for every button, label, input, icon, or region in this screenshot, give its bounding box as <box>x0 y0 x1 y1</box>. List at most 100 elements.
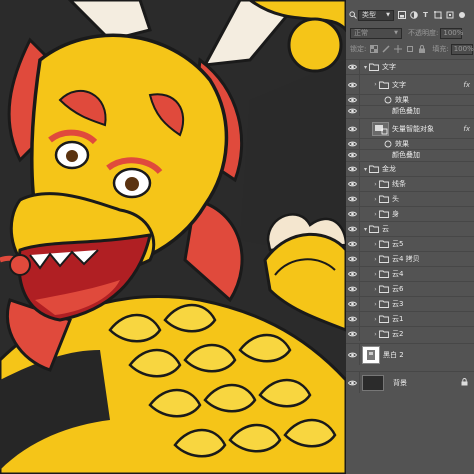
chevron-right-icon[interactable]: › <box>372 196 379 203</box>
layer-fx-badge[interactable]: fx <box>463 81 470 89</box>
lock-transparent-icon[interactable] <box>369 45 378 54</box>
layer-row[interactable]: › 云1 <box>346 311 474 326</box>
layer-name: 效果 <box>395 96 409 104</box>
layer-name: 云3 <box>392 300 404 308</box>
layer-cell: 颜色叠加 <box>360 106 474 116</box>
layer-cell: 背景 <box>360 372 474 393</box>
visibility-eye-icon[interactable] <box>346 267 360 281</box>
layer-row[interactable]: › 线条 <box>346 176 474 191</box>
lock-all-icon[interactable] <box>417 45 426 54</box>
layer-row[interactable]: ▾ 云 <box>346 221 474 236</box>
visibility-eye-icon[interactable] <box>346 106 360 116</box>
layer-cell: ▾ 文字 <box>360 60 474 74</box>
filter-toggle-icon[interactable] <box>457 11 466 20</box>
visibility-eye-icon[interactable] <box>346 207 360 221</box>
lock-artboard-icon[interactable] <box>405 45 414 54</box>
lock-move-icon[interactable] <box>393 45 402 54</box>
chevron-right-icon[interactable]: › <box>372 181 379 188</box>
layer-row[interactable]: › 云2 <box>346 326 474 341</box>
blend-mode-select[interactable]: 正常 ▼ <box>350 27 402 39</box>
blend-mode-value: 正常 <box>354 29 368 37</box>
visibility-eye-icon[interactable] <box>346 139 360 149</box>
layer-cell: 效果 <box>360 95 474 105</box>
chevron-down-icon[interactable]: ▾ <box>362 64 369 71</box>
folder-icon <box>379 210 392 218</box>
layer-name: 颜色叠加 <box>392 151 420 159</box>
layer-cell: 颜色叠加 <box>360 150 474 160</box>
layer-row[interactable]: 矢量智能对象 fx <box>346 118 474 138</box>
visibility-eye-icon[interactable] <box>346 237 360 251</box>
layer-row[interactable]: › 身 <box>346 206 474 221</box>
visibility-eye-icon[interactable] <box>346 95 360 105</box>
layer-row[interactable]: › 云5 <box>346 236 474 251</box>
chevron-right-icon[interactable]: › <box>372 81 379 88</box>
visibility-eye-icon[interactable] <box>346 177 360 191</box>
filter-text-icon[interactable]: T <box>421 11 430 20</box>
layer-row[interactable]: › 云4 拷贝 <box>346 251 474 266</box>
layer-row[interactable]: › 云4 <box>346 266 474 281</box>
layer-row[interactable]: 颜色叠加 <box>346 105 474 116</box>
layer-row[interactable]: 颜色叠加 <box>346 149 474 160</box>
visibility-eye-icon[interactable] <box>346 297 360 311</box>
chevron-right-icon[interactable]: › <box>372 331 379 338</box>
visibility-eye-icon[interactable] <box>346 372 360 393</box>
layer-row[interactable]: 效果 <box>346 138 474 149</box>
layer-cell: › 云4 拷贝 <box>360 252 474 266</box>
filter-adjustment-icon[interactable] <box>409 11 418 20</box>
layer-row[interactable]: 背景 <box>346 371 474 393</box>
layer-cell: › 头 <box>360 192 474 206</box>
visibility-eye-icon[interactable] <box>346 150 360 160</box>
layer-row[interactable]: 黑白 2 <box>346 343 474 365</box>
visibility-eye-icon[interactable] <box>346 344 360 365</box>
chevron-right-icon[interactable]: › <box>372 271 379 278</box>
layer-cell: ▾ 云 <box>360 222 474 236</box>
filter-kind-value: 类型 <box>362 11 376 19</box>
chevron-right-icon[interactable]: › <box>372 256 379 263</box>
folder-icon <box>379 300 392 308</box>
filter-kind-select[interactable]: 类型 ▼ <box>358 9 394 21</box>
folder-icon <box>379 81 392 89</box>
chevron-right-icon[interactable]: › <box>372 316 379 323</box>
opacity-input[interactable]: 100% <box>440 27 463 39</box>
visibility-eye-icon[interactable] <box>346 282 360 296</box>
folder-icon <box>379 270 392 278</box>
fill-label: 填充: <box>432 45 449 53</box>
visibility-eye-icon[interactable] <box>346 119 360 138</box>
visibility-eye-icon[interactable] <box>346 75 360 94</box>
layer-row[interactable]: ▾ 文字 <box>346 59 474 74</box>
chevron-down-icon[interactable]: ▾ <box>362 166 369 173</box>
chevron-right-icon[interactable]: › <box>372 286 379 293</box>
lock-brush-icon[interactable] <box>381 45 390 54</box>
layer-row[interactable]: › 云3 <box>346 296 474 311</box>
visibility-eye-icon[interactable] <box>346 162 360 176</box>
filter-shape-icon[interactable] <box>433 11 442 20</box>
layer-name: 线条 <box>392 180 406 188</box>
filter-smart-object-icon[interactable] <box>445 11 454 20</box>
layer-row[interactable]: › 文字 fx <box>346 74 474 94</box>
visibility-eye-icon[interactable] <box>346 222 360 236</box>
layer-cell: › 云5 <box>360 237 474 251</box>
layer-row[interactable]: › 云6 <box>346 281 474 296</box>
layer-cell: › 云1 <box>360 312 474 326</box>
layer-cell: › 身 <box>360 207 474 221</box>
layer-fx-badge[interactable]: fx <box>463 125 470 133</box>
visibility-eye-icon[interactable] <box>346 312 360 326</box>
chevron-right-icon[interactable]: › <box>372 241 379 248</box>
layer-row[interactable]: ▾ 金龙 <box>346 161 474 176</box>
opacity-label: 不透明度: <box>408 29 439 37</box>
layer-row[interactable]: › 头 <box>346 191 474 206</box>
chevron-right-icon[interactable]: › <box>372 301 379 308</box>
fill-input[interactable]: 100% <box>450 43 474 55</box>
visibility-eye-icon[interactable] <box>346 327 360 341</box>
visibility-eye-icon[interactable] <box>346 252 360 266</box>
chevron-down-icon[interactable]: ▾ <box>362 226 369 233</box>
chevron-right-icon[interactable]: › <box>372 211 379 218</box>
layer-name: 云4 <box>392 270 404 278</box>
layer-name: 金龙 <box>382 165 396 173</box>
filter-pixel-icon[interactable] <box>397 11 406 20</box>
visibility-eye-icon[interactable] <box>346 192 360 206</box>
visibility-eye-icon[interactable] <box>346 60 360 74</box>
layer-row[interactable]: 效果 <box>346 94 474 105</box>
chevron-down-icon: ▼ <box>386 12 390 18</box>
layer-name: 头 <box>392 195 399 203</box>
